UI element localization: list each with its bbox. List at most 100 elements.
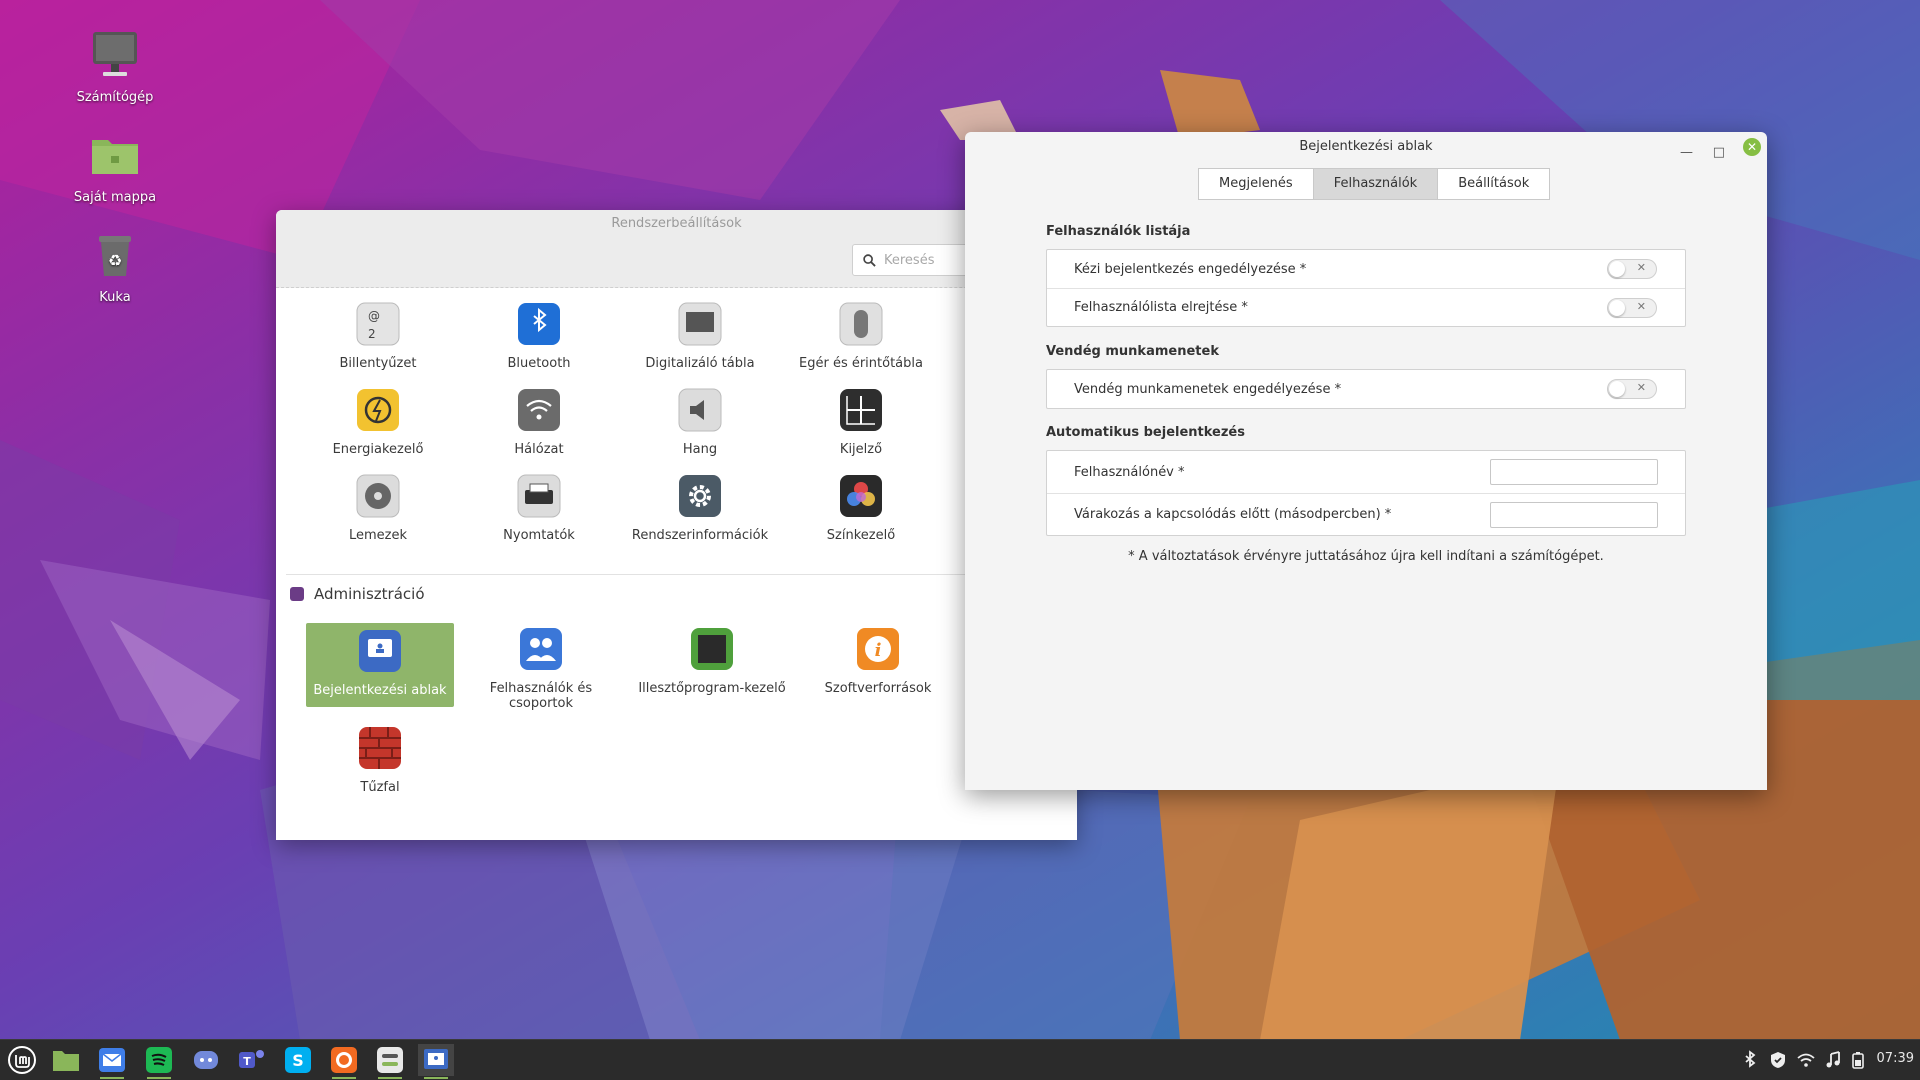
settings-item-software-sources[interactable]: i Szoftverforrások [798,627,958,696]
settings-item-bluetooth[interactable]: Bluetooth [459,302,619,371]
desktop-icon-label: Számítógép [76,90,154,105]
taskbar-discord[interactable] [188,1044,224,1076]
tablet-icon [678,302,722,346]
close-button[interactable]: ✕ [1743,138,1761,156]
settings-item-users-groups[interactable]: Felhasználók és csoportok [466,627,616,711]
setting-label: Felhasználólista elrejtése * [1074,300,1248,315]
svg-text:@: @ [368,309,380,323]
section-heading-guest: Vendég munkamenetek [1046,344,1219,359]
taskbar-teams[interactable]: T [234,1044,270,1076]
shield-tray-icon[interactable] [1768,1050,1788,1070]
hide-userlist-toggle[interactable]: ✕ [1607,297,1657,318]
delay-input[interactable] [1490,501,1658,528]
settings-item-label: Rendszerinformációk [631,528,769,543]
settings-item-printers[interactable]: Nyomtatók [459,474,619,543]
settings-item-display[interactable]: Kijelző [781,388,941,457]
settings-item-label: Illesztőprogram-kezelő [638,681,786,696]
desktop-icon-computer[interactable]: Számítógép [60,28,170,105]
settings-item-keyboard[interactable]: @ 2 Billentyűzet [298,302,458,371]
desktop-icon-home[interactable]: Saját mappa [60,128,170,205]
admin-section-heading: Adminisztráció [290,585,425,603]
setting-row-delay: Várakozás a kapcsolódás előtt (másodperc… [1047,493,1685,535]
login-window-dialog: Bejelentkezési ablak — □ ✕ Megjelenés Fe… [965,132,1767,790]
spotify-icon [146,1047,172,1073]
settings-item-label: Billentyűzet [339,356,417,371]
desktop-icon-trash[interactable]: ♻ Kuka [60,228,170,305]
taskbar-firefox[interactable] [326,1044,362,1079]
taskbar-skype[interactable]: S [280,1044,316,1076]
admin-section-icon [290,587,304,601]
setting-row-username: Felhasználónév * [1047,451,1685,493]
trash-icon: ♻ [99,236,131,276]
login-window-icon [424,1049,448,1069]
desktop-icon-label: Kuka [99,290,131,305]
menu-button[interactable] [4,1044,40,1076]
setting-row-hide-userlist: Felhasználólista elrejtése * ✕ [1047,288,1685,326]
login-window-icon [359,630,401,672]
username-input[interactable] [1490,459,1658,485]
firefox-icon [331,1047,357,1073]
gear-icon [679,475,721,517]
settings-item-firewall[interactable]: Tűzfal [306,726,454,795]
clock[interactable]: 07:39 [1877,1051,1914,1066]
wifi-tray-icon[interactable] [1796,1050,1816,1070]
bluetooth-tray-icon[interactable] [1740,1050,1760,1070]
keyboard-icon: @ 2 [356,302,400,346]
svg-text:T: T [243,1055,251,1068]
settings-item-label: Színkezelő [826,528,896,543]
settings-item-disks[interactable]: Lemezek [298,474,458,543]
tab-users[interactable]: Felhasználók [1312,168,1439,200]
search-placeholder: Keresés [884,252,935,268]
taskbar-files[interactable] [48,1044,84,1076]
skype-icon: S [285,1047,311,1073]
color-icon [840,475,882,517]
settings-item-login-window[interactable]: Bejelentkezési ablak [306,623,454,707]
login-window-title: Bejelentkezési ablak [1299,139,1433,154]
settings-item-power[interactable]: Energiakezelő [298,388,458,457]
settings-item-sound[interactable]: Hang [620,388,780,457]
settings-item-color[interactable]: Színkezelő [781,474,941,543]
settings-item-label: Hálózat [514,442,564,457]
manual-login-toggle[interactable]: ✕ [1607,259,1657,279]
settings-titlebar[interactable]: Rendszerbeállítások Keresés [276,210,1092,288]
settings-item-label: Egér és érintőtábla [799,356,923,371]
wifi-icon [518,389,560,431]
settings-item-label: Digitalizáló tábla [645,356,755,371]
battery-tray-icon[interactable] [1848,1050,1868,1070]
settings-item-label: Hang [682,442,718,457]
settings-item-tablet[interactable]: Digitalizáló tábla [620,302,780,371]
section-heading-users-list: Felhasználók listája [1046,224,1191,239]
guest-sessions-toggle[interactable]: ✕ [1607,379,1657,399]
display-icon [840,389,882,431]
disk-icon [356,474,400,518]
settings-item-label: Nyomtatók [503,528,575,543]
settings-item-network[interactable]: Hálózat [459,388,619,457]
taskbar-mail[interactable] [94,1044,130,1079]
info-icon: i [857,628,899,670]
mail-icon [99,1048,125,1072]
admin-section-label: Adminisztráció [314,585,425,603]
speaker-icon [678,388,722,432]
settings-item-sysinfo[interactable]: Rendszerinformációk [620,474,780,543]
settings-item-label: Energiakezelő [332,442,424,457]
settings-item-driver-manager[interactable]: Illesztőprogram-kezelő [632,627,792,696]
folder-icon [53,1051,79,1071]
tab-settings[interactable]: Beállítások [1437,168,1551,200]
settings-item-mouse[interactable]: Egér és érintőtábla [781,302,941,371]
settings-title: Rendszerbeállítások [611,216,742,231]
minimize-button[interactable]: — [1680,138,1693,168]
settings-item-label: Bluetooth [507,356,571,371]
login-window-titlebar[interactable]: Bejelentkezési ablak — □ ✕ [965,132,1767,162]
taskbar-spotify[interactable] [141,1044,177,1079]
tab-appearance[interactable]: Megjelenés [1198,168,1314,200]
taskbar-settings[interactable] [372,1044,408,1079]
sound-tray-icon[interactable] [1824,1050,1844,1070]
setting-label: Felhasználónév * [1074,464,1185,480]
settings-item-label: Szoftverforrások [824,681,932,696]
settings-item-label: Felhasználók és csoportok [489,681,593,711]
svg-text:2: 2 [368,327,376,341]
autologin-box: Felhasználónév * Várakozás a kapcsolódás… [1046,450,1686,536]
taskbar-login-window[interactable] [418,1044,454,1079]
maximize-button[interactable]: □ [1713,138,1725,168]
users-list-box: Kézi bejelentkezés engedélyezése * ✕ Fel… [1046,249,1686,327]
